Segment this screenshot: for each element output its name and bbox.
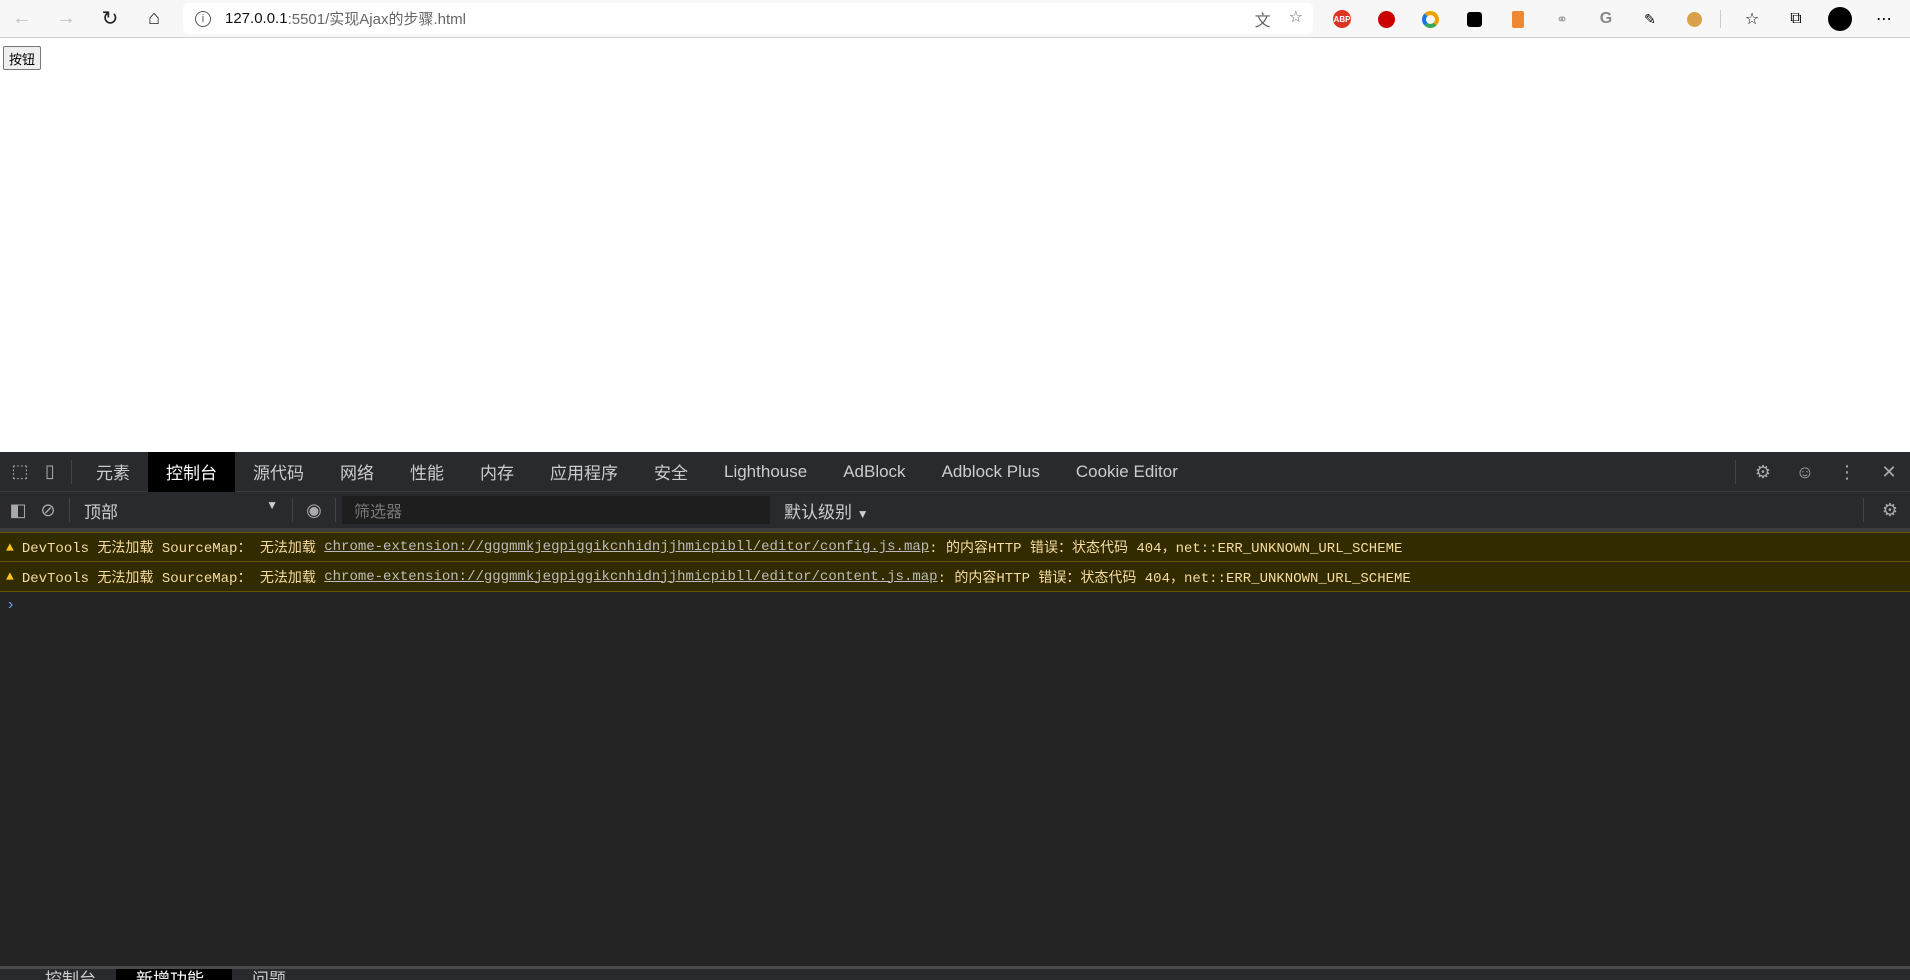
tab-application[interactable]: 应用程序 (532, 452, 636, 492)
context-label: 顶部 (84, 502, 118, 522)
favorite-star-icon[interactable]: ☆ (1289, 7, 1303, 31)
address-bar[interactable]: i 127.0.0.1:5501/实现Ajax的步骤.html 文 ☆ (183, 3, 1313, 34)
tab-memory[interactable]: 内存 (462, 452, 532, 492)
warning-icon: ▲ (6, 569, 14, 584)
link-extension-icon[interactable]: ⚭ (1547, 0, 1577, 38)
more-options-icon[interactable]: ⋮ (1826, 452, 1868, 492)
translate-icon[interactable]: 文 (1255, 7, 1271, 31)
message-text: DevTools 无法加载 SourceMap： 无法加载 (21, 541, 325, 557)
tab-adblock-plus[interactable]: Adblock Plus (924, 452, 1058, 492)
favorites-icon[interactable]: ☆ (1737, 0, 1767, 38)
divider (71, 459, 72, 484)
divider (335, 498, 336, 522)
back-button[interactable]: ← (0, 0, 44, 38)
drawer-tab-issues[interactable]: 问题 (232, 969, 306, 980)
drawer-tab-console[interactable]: 控制台 (0, 969, 116, 980)
live-expression-eye-icon[interactable]: ◉ (299, 490, 329, 530)
tab-sources[interactable]: 源代码 (235, 452, 322, 492)
tab-lighthouse[interactable]: Lighthouse (706, 452, 825, 492)
warning-icon: ▲ (6, 539, 14, 555)
dropdown-arrow-icon: ▼ (266, 497, 278, 512)
tab-performance[interactable]: 性能 (392, 452, 462, 492)
dropdown-arrow-icon: ▼ (856, 506, 869, 521)
tab-cookie-editor[interactable]: Cookie Editor (1058, 452, 1196, 492)
tab-security[interactable]: 安全 (636, 452, 706, 492)
context-selector[interactable]: 顶部 ▼ (76, 498, 286, 523)
tab-console[interactable]: 控制台 (148, 451, 235, 492)
ublock-extension-icon[interactable] (1371, 0, 1401, 38)
refresh-button[interactable]: ↻ (88, 0, 132, 38)
drawer-tab-bar: 控制台 新增功能 问题 (0, 966, 1910, 980)
url-host: 127.0.0.1 (225, 10, 288, 27)
sourcemap-link[interactable]: chrome-extension://gggmmkjegpiggikcnhidn… (324, 539, 929, 555)
console-settings-gear-icon[interactable]: ⚙ (1870, 490, 1910, 530)
divider (1863, 498, 1864, 522)
message-text: : 的内容HTTP 错误：状态代码 404，net::ERR_UNKNOWN_U… (937, 570, 1411, 587)
drawer-tab-whats-new[interactable]: 新增功能 (116, 969, 232, 980)
tab-network[interactable]: 网络 (322, 452, 392, 492)
device-toolbar-icon[interactable]: ▯ (35, 452, 65, 492)
sourcemap-link[interactable]: chrome-extension://gggmmkjegpiggikcnhidn… (324, 569, 937, 585)
filter-input[interactable]: 筛选器 (342, 496, 770, 524)
clear-console-icon[interactable]: ⊘ (33, 490, 63, 530)
forward-button[interactable]: → (44, 0, 88, 38)
collections-icon[interactable]: ⧉ (1781, 0, 1811, 38)
tab-adblock[interactable]: AdBlock (825, 452, 923, 492)
cookie-extension-icon[interactable] (1679, 0, 1709, 38)
more-menu-icon[interactable]: ⋯ (1869, 0, 1899, 38)
message-text: DevTools 无法加载 SourceMap： 无法加载 (21, 570, 325, 587)
tampermonkey-extension-icon[interactable] (1459, 0, 1489, 38)
console-warning-message: ▲ DevTools 无法加载 SourceMap： 无法加载 chrome-ex… (0, 562, 1910, 592)
adblock-plus-extension-icon[interactable]: ABP (1327, 0, 1357, 38)
page-button[interactable]: 按钮 (3, 46, 42, 70)
office-extension-icon[interactable] (1503, 0, 1533, 38)
console-warning-message: ▲ DevTools 无法加载 SourceMap： 无法加载 chrome-ex… (0, 532, 1910, 562)
log-level-label: 默认级别 (784, 502, 852, 522)
inspect-element-icon[interactable]: ⬚ (5, 452, 35, 492)
browser-toolbar: ← → ↻ ⌂ i 127.0.0.1:5501/实现Ajax的步骤.html … (0, 0, 1910, 38)
weibo-extension-icon[interactable]: ✎ (1635, 0, 1665, 38)
log-level-selector[interactable]: 默认级别 ▼ (784, 498, 869, 523)
show-sidebar-icon[interactable]: ◧ (3, 490, 33, 530)
grammarly-extension-icon[interactable]: G (1591, 0, 1621, 38)
info-icon[interactable]: i (195, 10, 211, 27)
divider (69, 498, 70, 522)
chrome-extension-icon[interactable] (1415, 0, 1445, 38)
console-prompt[interactable]: › (0, 592, 1910, 618)
url-path: :5501/实现Ajax的步骤.html (287, 11, 466, 28)
settings-gear-icon[interactable]: ⚙ (1742, 452, 1784, 492)
message-text: : 的内容HTTP 错误：状态代码 404，net::ERR_UNKNOWN_U… (929, 541, 1403, 557)
divider (1735, 460, 1736, 484)
home-button[interactable]: ⌂ (132, 0, 176, 38)
tab-elements[interactable]: 元素 (78, 452, 148, 492)
divider (292, 498, 293, 522)
feedback-icon[interactable]: ☺ (1784, 452, 1826, 492)
console-toolbar: ◧ ⊘ 顶部 ▼ ◉ 筛选器 默认级别 ▼ ⚙ (0, 492, 1910, 532)
devtools-tab-bar: ⬚ ▯ 元素 控制台 源代码 网络 性能 内存 应用程序 安全 Lighthou… (0, 451, 1910, 492)
toolbar-divider (1720, 10, 1721, 28)
close-icon[interactable]: ✕ (1868, 452, 1910, 492)
devtools-panel: ⬚ ▯ 元素 控制台 源代码 网络 性能 内存 应用程序 安全 Lighthou… (0, 451, 1910, 980)
profile-avatar[interactable] (1825, 0, 1855, 38)
